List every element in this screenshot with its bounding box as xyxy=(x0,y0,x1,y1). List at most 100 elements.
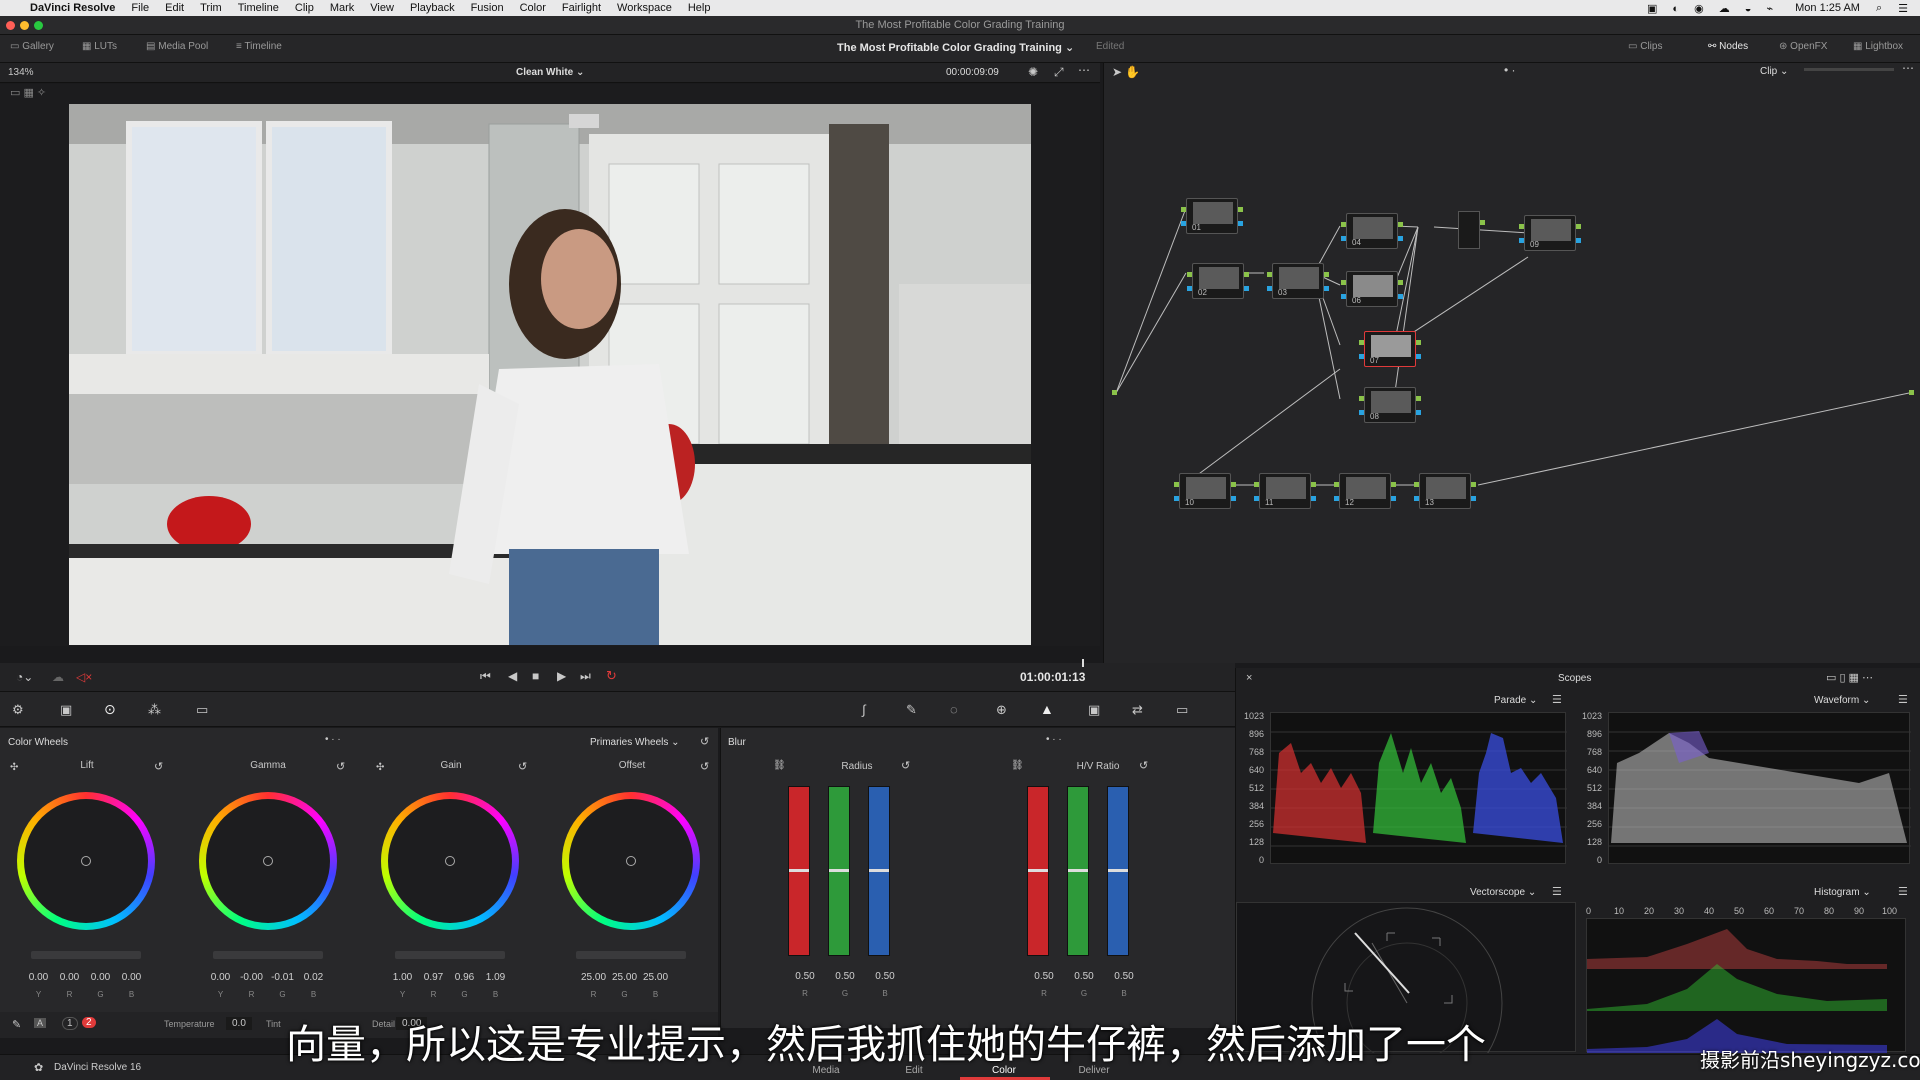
color-match-icon[interactable]: ▣ xyxy=(60,702,72,718)
fullscreen-icon[interactable]: ⤢ xyxy=(1054,65,1064,80)
menu-clock[interactable]: Mon 1:25 AM xyxy=(1787,2,1868,14)
tracker-icon[interactable]: ⊕ xyxy=(996,702,1007,718)
histogram-settings-icon[interactable]: ☰ xyxy=(1898,885,1908,898)
offset-wheel[interactable] xyxy=(562,792,700,930)
node-input-port[interactable] xyxy=(1341,280,1346,285)
wheels-mode-dropdown[interactable]: Primaries Wheels ⌄ xyxy=(590,737,680,748)
histogram-dropdown[interactable]: Histogram ⌄ xyxy=(1814,887,1871,898)
value-g[interactable]: 0.96 xyxy=(449,972,480,983)
node-output-port[interactable] xyxy=(1416,396,1421,401)
node-11[interactable]: 11 xyxy=(1254,473,1316,509)
value-g[interactable]: 0.50 xyxy=(1064,971,1104,982)
reset-lift-icon[interactable]: ↺ xyxy=(154,760,163,773)
go-to-end-button[interactable]: ⏭ xyxy=(580,669,591,684)
auto-balance-icon[interactable]: ✎ xyxy=(12,1018,21,1031)
sizing-icon[interactable]: ⇄ xyxy=(1132,702,1143,718)
node-key-input-port[interactable] xyxy=(1359,354,1364,359)
page-2-button[interactable]: 2 xyxy=(82,1017,96,1028)
play-reverse-button[interactable]: ◀ xyxy=(508,669,517,683)
motion-effects-icon[interactable]: ▭ xyxy=(196,702,208,718)
value-r[interactable]: 0.50 xyxy=(1024,971,1064,982)
value-g[interactable]: -0.01 xyxy=(267,972,298,983)
node-09[interactable]: 09 xyxy=(1519,215,1581,251)
waveform-dropdown[interactable]: Waveform ⌄ xyxy=(1814,695,1870,706)
menu-trim[interactable]: Trim xyxy=(192,2,230,14)
slider-handle[interactable] xyxy=(869,869,889,872)
radius-b-slider[interactable] xyxy=(868,786,890,956)
page-1-button[interactable]: 1 xyxy=(62,1017,78,1030)
node-key-output-port[interactable] xyxy=(1231,496,1236,501)
node-input-port[interactable] xyxy=(1174,482,1179,487)
node-key-output-port[interactable] xyxy=(1398,236,1403,241)
value-b[interactable]: 0.02 xyxy=(298,972,329,983)
node-output-port[interactable] xyxy=(1238,207,1243,212)
menu-file[interactable]: File xyxy=(123,2,157,14)
reset-gain-icon[interactable]: ↺ xyxy=(518,760,527,773)
zoom-window-button[interactable] xyxy=(34,21,43,30)
gamma-puck[interactable] xyxy=(263,856,273,866)
page-dots-icon[interactable]: • · · xyxy=(1046,734,1062,745)
slider-handle[interactable] xyxy=(1108,869,1128,872)
vectorscope-dropdown[interactable]: Vectorscope ⌄ xyxy=(1470,887,1536,898)
hv-r-slider[interactable] xyxy=(1027,786,1049,956)
node-key-output-port[interactable] xyxy=(1576,238,1581,243)
reset-offset-icon[interactable]: ↺ xyxy=(700,760,709,773)
node-key-output-port[interactable] xyxy=(1416,354,1421,359)
clip-timecode[interactable]: 00:00:09:09 xyxy=(946,67,999,78)
slider-handle[interactable] xyxy=(789,869,809,872)
lightbox-button[interactable]: ▦ Lightbox xyxy=(1853,41,1903,52)
viewer-mode-icon[interactable]: ▭ ▦ ✧ xyxy=(10,86,46,99)
gain-values[interactable]: 1.00 0.97 0.96 1.09 xyxy=(387,972,511,983)
audio-icon[interactable]: ☁ xyxy=(52,670,64,684)
node-input-port[interactable] xyxy=(1519,224,1524,229)
node-12[interactable]: 12 xyxy=(1334,473,1396,509)
node-output-port[interactable] xyxy=(1471,482,1476,487)
node-key-output-port[interactable] xyxy=(1324,286,1329,291)
vectorscope-settings-icon[interactable]: ☰ xyxy=(1552,885,1562,898)
color-wheels-icon[interactable]: ⊙ xyxy=(104,701,116,718)
loop-icon[interactable]: ↻ xyxy=(606,668,617,684)
node-key-input-port[interactable] xyxy=(1341,294,1346,299)
node-input-port[interactable] xyxy=(1267,272,1272,277)
node-key-input-port[interactable] xyxy=(1181,221,1186,226)
window-icon[interactable]: ◌ xyxy=(950,702,958,717)
hv-g-slider[interactable] xyxy=(1067,786,1089,956)
picker-icon[interactable]: ✣ xyxy=(376,762,384,773)
node-input-port[interactable] xyxy=(1359,396,1364,401)
qualifier-icon[interactable]: ✎ xyxy=(906,702,917,718)
openfx-button[interactable]: ⊛ OpenFX xyxy=(1779,41,1827,52)
gallery-button[interactable]: ▭ Gallery xyxy=(10,41,54,52)
curves-icon[interactable]: ∫ xyxy=(862,702,866,717)
temperature-field[interactable]: 0.0 xyxy=(226,1017,252,1030)
auto-icon[interactable]: A xyxy=(34,1018,47,1028)
slider-handle[interactable] xyxy=(1068,869,1088,872)
value-r[interactable]: 0.50 xyxy=(785,971,825,982)
mute-icon[interactable]: ◁× xyxy=(76,670,92,684)
node-output-port[interactable] xyxy=(1244,272,1249,277)
node-key-output-port[interactable] xyxy=(1471,496,1476,501)
value-y[interactable]: 1.00 xyxy=(387,972,418,983)
node-key-input-port[interactable] xyxy=(1519,238,1524,243)
node-key-output-port[interactable] xyxy=(1398,294,1403,299)
link-radius-icon[interactable]: ⛓ xyxy=(773,760,786,771)
waveform-settings-icon[interactable]: ☰ xyxy=(1898,693,1908,706)
menu-clip[interactable]: Clip xyxy=(287,2,322,14)
reset-all-icon[interactable]: ↺ xyxy=(700,735,709,748)
node-04[interactable]: 04 xyxy=(1341,213,1403,249)
gain-wheel[interactable] xyxy=(381,792,519,930)
offset-values[interactable]: 25.00 25.00 25.00 xyxy=(578,972,671,983)
menu-workspace[interactable]: Workspace xyxy=(609,2,680,14)
node-output-port[interactable] xyxy=(1576,224,1581,229)
project-title[interactable]: The Most Profitable Color Grading Traini… xyxy=(837,41,1074,54)
offset-puck[interactable] xyxy=(626,856,636,866)
node-input-port[interactable] xyxy=(1254,482,1259,487)
menu-view[interactable]: View xyxy=(362,2,402,14)
offset-master-wheel[interactable] xyxy=(576,951,686,959)
menu-list-icon[interactable]: ☰ xyxy=(1890,2,1920,15)
node-input-port[interactable] xyxy=(1181,207,1186,212)
stop-button[interactable]: ■ xyxy=(532,669,539,683)
3d-icon[interactable]: ▭ xyxy=(1176,702,1188,718)
rgb-mixer-icon[interactable]: ⁂ xyxy=(148,702,161,718)
blur-icon[interactable]: ▲ xyxy=(1040,701,1054,717)
node-key-output-port[interactable] xyxy=(1311,496,1316,501)
